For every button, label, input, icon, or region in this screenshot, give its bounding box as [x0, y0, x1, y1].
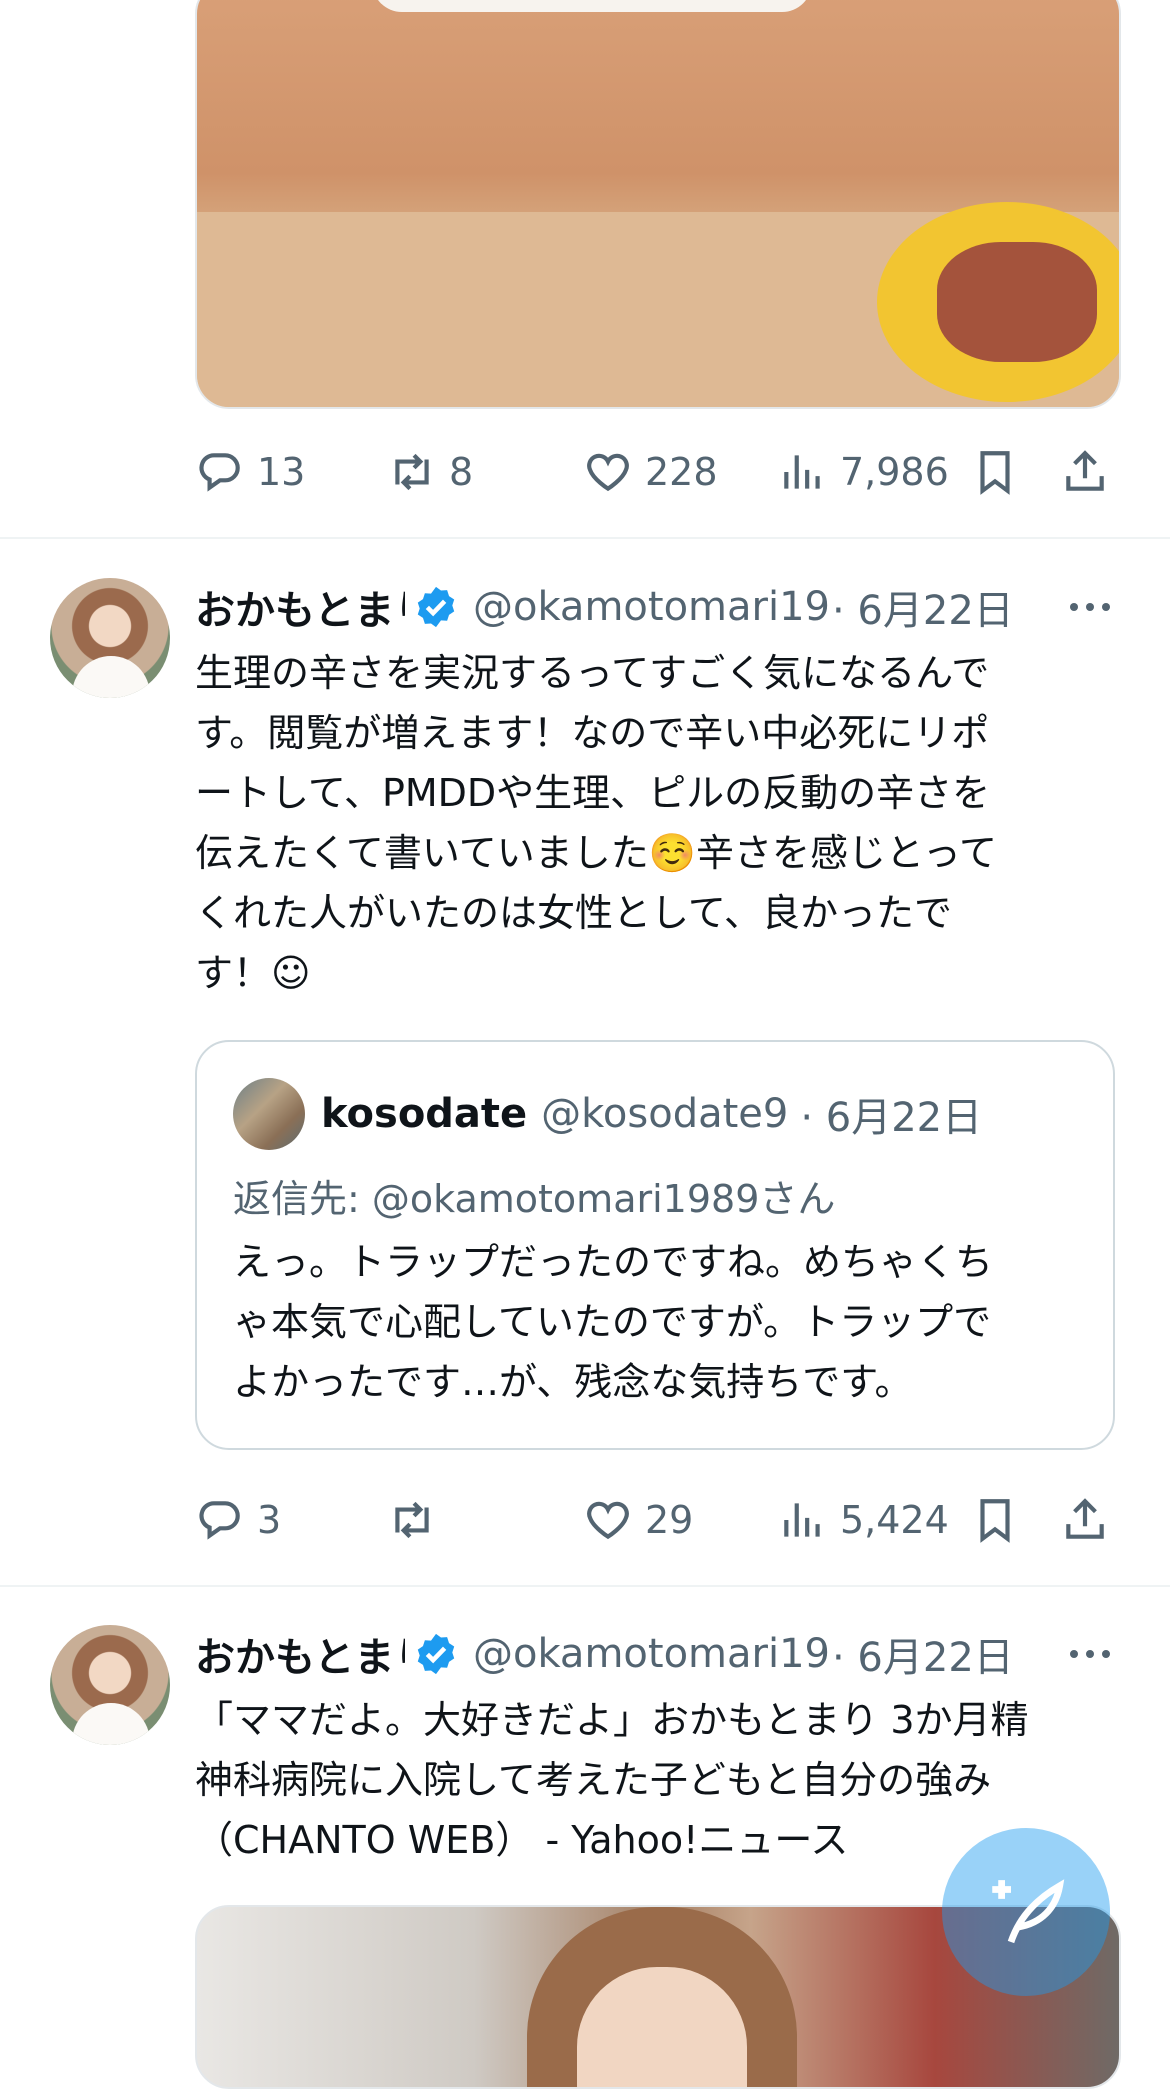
- author-name[interactable]: おかもとまり: [195, 1625, 405, 1683]
- author-handle[interactable]: @okamotomari1989: [473, 584, 828, 630]
- like-button[interactable]: 228: [583, 442, 718, 502]
- food-shape: [937, 242, 1097, 362]
- tweet-date[interactable]: · 6月22日: [832, 1625, 1014, 1683]
- share-button[interactable]: [1060, 1490, 1110, 1550]
- retweet-count: 8: [449, 450, 474, 494]
- bookmark-icon: [980, 1499, 1010, 1543]
- retweet-icon: [395, 453, 429, 491]
- quoted-date: · 6月22日: [800, 1095, 983, 1141]
- compose-button[interactable]: [942, 1828, 1110, 1996]
- retweet-button[interactable]: [387, 1490, 449, 1550]
- like-button[interactable]: 29: [583, 1490, 693, 1550]
- tweet2-header: おかもとまり @okamotomari1989 · 6月22日: [195, 578, 1115, 636]
- views-button[interactable]: 7,986: [778, 442, 949, 502]
- heart-icon: [587, 453, 629, 492]
- heart-icon: [587, 1501, 629, 1540]
- share-icon: [1066, 450, 1104, 491]
- verified-badge-icon: [417, 586, 455, 628]
- bowl-shape: [372, 0, 812, 12]
- views-icon: [784, 1503, 820, 1537]
- avatar[interactable]: [50, 1625, 170, 1745]
- share-button[interactable]: [1060, 442, 1110, 502]
- bookmark-button[interactable]: [970, 442, 1020, 502]
- like-count: 29: [645, 1498, 694, 1542]
- tweet-media-image[interactable]: [195, 0, 1121, 409]
- quoted-reply-to: 返信先: @okamotomari1989さん: [233, 1168, 835, 1223]
- retweet-button[interactable]: 8: [387, 442, 473, 502]
- bookmark-icon: [980, 451, 1010, 495]
- views-count: 5,424: [840, 1498, 949, 1542]
- views-count: 7,986: [840, 450, 949, 494]
- verified-badge-icon: [417, 1633, 455, 1675]
- reply-count: 3: [257, 1498, 282, 1542]
- tweet1-actions: 13 8 228 7,986: [195, 442, 1117, 502]
- quoted-handle: @kosodate9: [541, 1091, 789, 1137]
- bookmark-button[interactable]: [970, 1490, 1020, 1550]
- avatar[interactable]: [50, 578, 170, 698]
- quoted-text: えっ。トラップだったのですね。めちゃくち ゃ本気で心配していたのですが。トラップ…: [233, 1240, 994, 1404]
- timeline-divider: [0, 1585, 1170, 1587]
- author-handle[interactable]: @okamotomari1989: [473, 1631, 828, 1677]
- reply-prefix: 返信先:: [233, 1177, 372, 1221]
- like-count: 228: [645, 450, 718, 494]
- compose-icon: [992, 1879, 1065, 1944]
- more-icon: [1070, 603, 1110, 611]
- reply-suffix: さん: [759, 1177, 836, 1221]
- timeline-divider: [0, 537, 1170, 539]
- tweet3-header: おかもとまり @okamotomari1989 · 6月22日: [195, 1625, 1115, 1683]
- more-icon: [1070, 1650, 1110, 1658]
- tweet2-actions: 3 29 5,424: [195, 1490, 1117, 1550]
- more-button[interactable]: [1065, 578, 1115, 636]
- views-icon: [784, 455, 820, 489]
- quoted-header: kosodate @kosodate9 · 6月22日: [321, 1080, 982, 1148]
- quoted-avatar: [233, 1078, 305, 1150]
- tweet-date[interactable]: · 6月22日: [832, 578, 1014, 636]
- tweet-text: 生理の辛さを実況するってすごく気になるんで す。閲覧が増えます！なので辛い中必死…: [195, 651, 997, 995]
- reply-mention: @okamotomari1989: [371, 1177, 760, 1221]
- reply-count: 13: [257, 450, 306, 494]
- author-name[interactable]: おかもとまり: [195, 578, 405, 636]
- reply-button[interactable]: 13: [195, 442, 305, 502]
- quoted-author-name: kosodate: [321, 1091, 528, 1137]
- more-button[interactable]: [1065, 1625, 1115, 1683]
- reply-button[interactable]: 3: [195, 1490, 281, 1550]
- reply-icon: [199, 1501, 240, 1540]
- reply-icon: [199, 453, 240, 492]
- retweet-icon: [395, 1501, 429, 1539]
- views-button[interactable]: 5,424: [778, 1490, 949, 1550]
- share-icon: [1066, 1498, 1104, 1539]
- quoted-tweet[interactable]: kosodate @kosodate9 · 6月22日 返信先: @okamot…: [195, 1040, 1115, 1450]
